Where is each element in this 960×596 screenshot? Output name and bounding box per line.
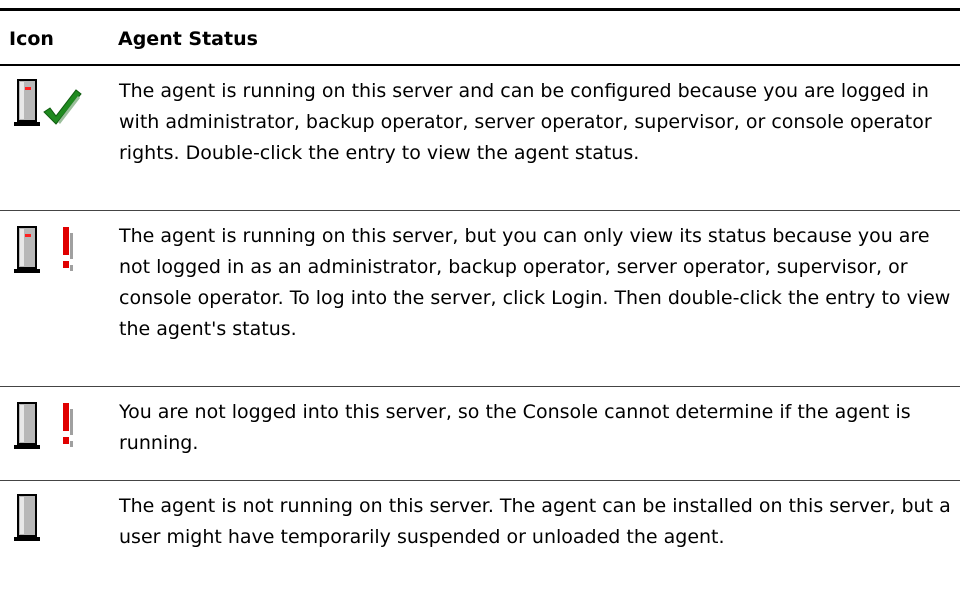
server-icon: [14, 493, 54, 557]
server-running-exclamation-icon: [14, 225, 114, 289]
table-row: The agent is not running on this server.…: [0, 481, 960, 596]
row-description: The agent is running on this server and …: [119, 80, 932, 164]
agent-status-column-header: Agent Status: [118, 28, 258, 50]
table-row: The agent is running on this server, but…: [0, 211, 960, 386]
row-description: The agent is running on this server, but…: [119, 225, 951, 340]
table-header: Icon Agent Status: [0, 22, 960, 62]
row-description: You are not logged into this server, so …: [119, 401, 911, 454]
icon-column-header: Icon: [9, 28, 54, 50]
table-row: You are not logged into this server, so …: [0, 387, 960, 479]
row-description: The agent is not running on this server.…: [119, 495, 951, 548]
table-row: The agent is running on this server and …: [0, 66, 960, 210]
table-top-rule: [0, 8, 960, 11]
server-exclamation-icon: [14, 401, 114, 465]
server-check-icon: [14, 78, 114, 142]
